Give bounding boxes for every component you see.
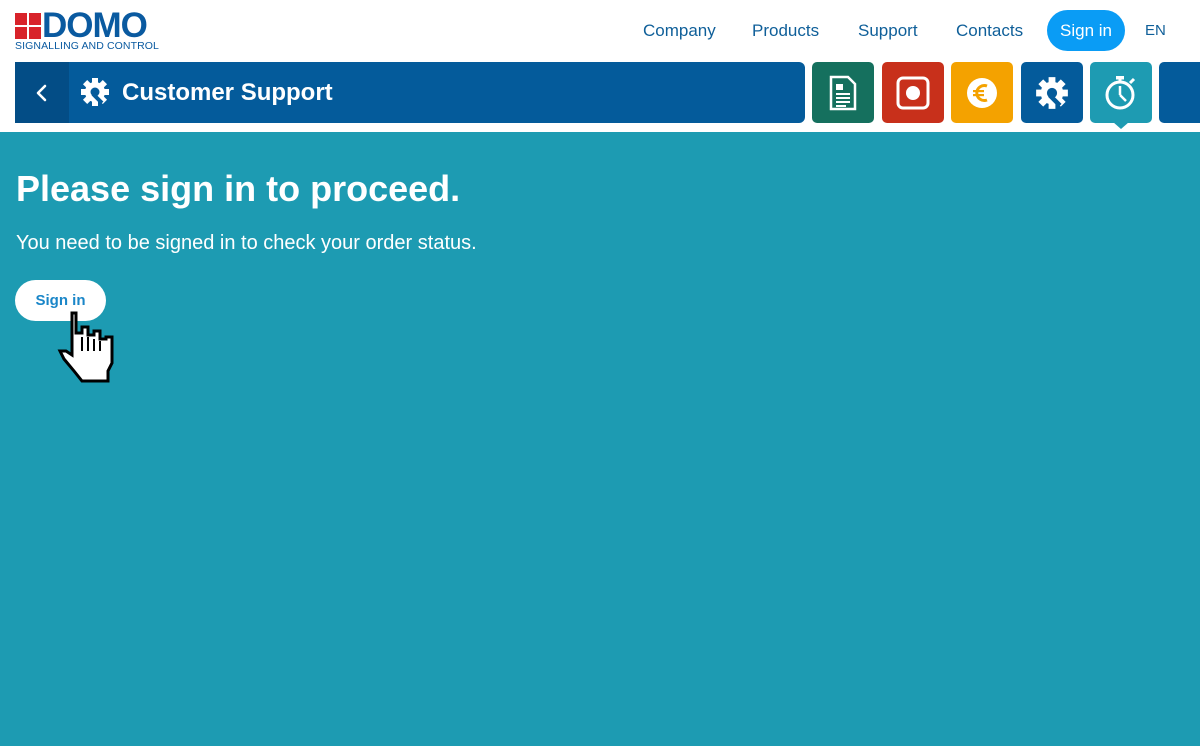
top-navigation: DOMO SIGNALLING AND CONTROL Company Prod… xyxy=(0,0,1200,62)
header-sign-in-button[interactable]: Sign in xyxy=(1047,10,1125,51)
language-selector[interactable]: EN xyxy=(1145,22,1166,39)
page-title: Please sign in to proceed. xyxy=(16,168,461,209)
logo-tagline: SIGNALLING AND CONTROL xyxy=(15,40,159,52)
tile-order-status[interactable] xyxy=(1090,62,1152,129)
hand-pointer-icon xyxy=(57,311,114,383)
logo-wordmark: DOMO xyxy=(42,6,148,45)
tile-more[interactable] xyxy=(1159,62,1200,123)
logo-squares-icon xyxy=(15,13,41,39)
nav-products[interactable]: Products xyxy=(752,20,819,42)
section-title: Customer Support xyxy=(122,79,333,106)
record-icon xyxy=(896,76,930,109)
euro-icon xyxy=(967,77,997,108)
stopwatch-icon xyxy=(1105,75,1136,109)
document-icon xyxy=(829,75,857,110)
gear-wrench-icon xyxy=(81,78,109,106)
back-button[interactable] xyxy=(15,62,69,123)
section-header: Customer Support xyxy=(15,62,805,123)
tile-documents[interactable] xyxy=(812,62,874,123)
nav-company[interactable]: Company xyxy=(643,20,716,42)
sign-in-message: You need to be signed in to check your o… xyxy=(16,232,477,254)
chevron-left-icon xyxy=(36,84,47,101)
active-tile-indicator xyxy=(1113,122,1129,129)
nav-contacts[interactable]: Contacts xyxy=(956,20,1023,42)
main-content: Please sign in to proceed. You need to b… xyxy=(0,132,1200,746)
tile-pricing[interactable] xyxy=(951,62,1013,123)
nav-support[interactable]: Support xyxy=(858,20,918,42)
gear-wrench-icon xyxy=(1036,76,1068,109)
domo-logo[interactable]: DOMO SIGNALLING AND CONTROL xyxy=(15,8,160,52)
tile-customer-support[interactable] xyxy=(1021,62,1083,123)
tile-record[interactable] xyxy=(882,62,944,123)
